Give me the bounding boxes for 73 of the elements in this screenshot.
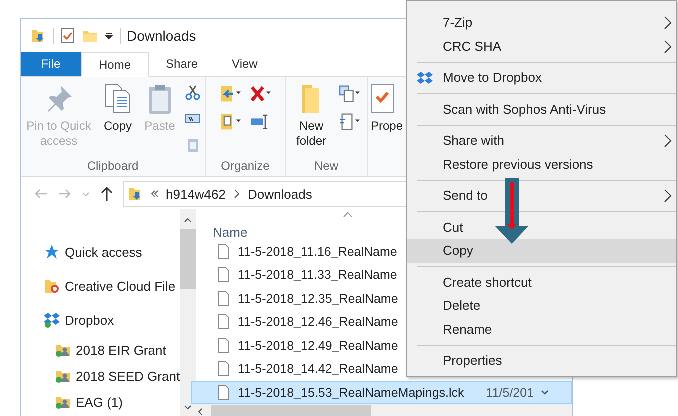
properties-icon bbox=[371, 84, 395, 114]
scroll-thumb[interactable] bbox=[211, 404, 371, 416]
file-name: 11-5-2018_12.46_RealName bbox=[238, 315, 398, 330]
window-title: Downloads bbox=[127, 28, 196, 44]
menu-item[interactable]: Delete bbox=[407, 294, 676, 318]
nav-item[interactable]: Creative Cloud File bbox=[21, 269, 180, 303]
ribbon-tab[interactable]: Home bbox=[81, 52, 150, 77]
file-icon bbox=[216, 290, 232, 307]
sort-caret-icon bbox=[343, 212, 353, 218]
ribbon-tab[interactable]: View bbox=[215, 52, 275, 76]
menu-item[interactable]: Scan with Sophos Anti-Virus bbox=[407, 98, 676, 121]
ribbon-tab[interactable]: File bbox=[21, 52, 81, 76]
ribbon-button[interactable]: New folder bbox=[290, 81, 334, 151]
copy-to-icon[interactable] bbox=[220, 113, 242, 131]
file-date: 11/5/201 bbox=[486, 386, 534, 400]
checkbox-icon[interactable] bbox=[60, 28, 76, 44]
shared-folder-icon bbox=[55, 342, 71, 358]
group-label: Clipboard bbox=[87, 159, 139, 173]
menu-item[interactable]: Create shortcut bbox=[407, 270, 676, 294]
shared-folder-icon bbox=[55, 368, 71, 384]
new-item-icon[interactable] bbox=[338, 85, 360, 103]
move-to-icon[interactable] bbox=[220, 85, 242, 103]
nav-item[interactable]: 2018 EIR Grant bbox=[21, 337, 180, 363]
menu-item[interactable]: CRC SHA bbox=[407, 34, 676, 58]
nav-item[interactable]: Dropbox bbox=[21, 303, 180, 337]
menu-item[interactable]: Rename bbox=[407, 318, 676, 341]
ribbon-button[interactable]: Copy bbox=[98, 81, 138, 136]
folder-cloud-icon bbox=[44, 278, 60, 294]
nav-item[interactable]: EAG (1) bbox=[21, 389, 180, 415]
file-icon bbox=[216, 361, 232, 378]
folder-download-icon bbox=[31, 28, 47, 44]
nav-item[interactable]: 2018 SEED Grant bbox=[21, 363, 180, 389]
file-name: 11-5-2018_15.53_RealNameMapings.lck bbox=[238, 386, 464, 400]
down-arrow-annotation bbox=[494, 178, 530, 246]
address-segment[interactable]: h914w462 bbox=[166, 186, 226, 202]
nav-item[interactable]: Quick access bbox=[21, 235, 180, 269]
star-icon bbox=[44, 244, 60, 260]
double-chevron-icon bbox=[150, 189, 160, 199]
menu-item[interactable]: Restore previous versions bbox=[407, 152, 676, 176]
file-icon bbox=[216, 314, 232, 330]
up-arrow-icon[interactable] bbox=[99, 186, 115, 202]
ribbon-tab[interactable]: Share bbox=[149, 52, 216, 76]
group-label: New bbox=[314, 159, 338, 173]
file-icon bbox=[216, 384, 232, 401]
file-name: 11-5-2018_14.42_RealName bbox=[238, 362, 398, 376]
chevron-right-icon bbox=[232, 189, 242, 199]
group-label: Organize bbox=[221, 159, 270, 173]
folder-download-icon bbox=[128, 186, 144, 202]
scrollbar[interactable] bbox=[191, 404, 572, 416]
file-name: 11-5-2018_11.33_RealName bbox=[238, 268, 398, 282]
delete-icon[interactable] bbox=[250, 85, 272, 103]
menu-item[interactable]: Move to Dropbox bbox=[407, 66, 676, 90]
file-name: 11-5-2018_12.35_RealName bbox=[238, 292, 398, 306]
dropbox-icon bbox=[44, 312, 60, 328]
scroll-thumb[interactable] bbox=[180, 229, 196, 289]
scrollbar[interactable] bbox=[180, 209, 196, 416]
file-icon bbox=[216, 267, 232, 284]
dropbox-icon bbox=[417, 70, 433, 85]
menu-item[interactable]: Cut bbox=[407, 216, 676, 239]
address-segment[interactable]: Downloads bbox=[248, 186, 312, 202]
dropdown-icon[interactable] bbox=[104, 30, 114, 40]
file-icon bbox=[216, 244, 232, 260]
scissors-icon[interactable] bbox=[185, 85, 201, 101]
file-name: 11-5-2018_11.16_RealName bbox=[238, 244, 398, 259]
menu-item[interactable]: 7-Zip bbox=[407, 11, 676, 34]
menu-item[interactable]: Share with bbox=[407, 129, 676, 152]
menu-item[interactable]: Properties bbox=[407, 349, 676, 372]
ribbon-button[interactable]: Prope bbox=[371, 81, 404, 136]
file-icon bbox=[216, 338, 232, 354]
shared-folder-icon bbox=[55, 394, 71, 410]
file-name: 11-5-2018_12.49_RealName bbox=[238, 338, 398, 353]
menu-item[interactable]: Copy bbox=[407, 239, 676, 262]
file-row[interactable]: 11-5-2018_15.53_RealNameMapings.lck 11/5/201 bbox=[191, 380, 572, 404]
